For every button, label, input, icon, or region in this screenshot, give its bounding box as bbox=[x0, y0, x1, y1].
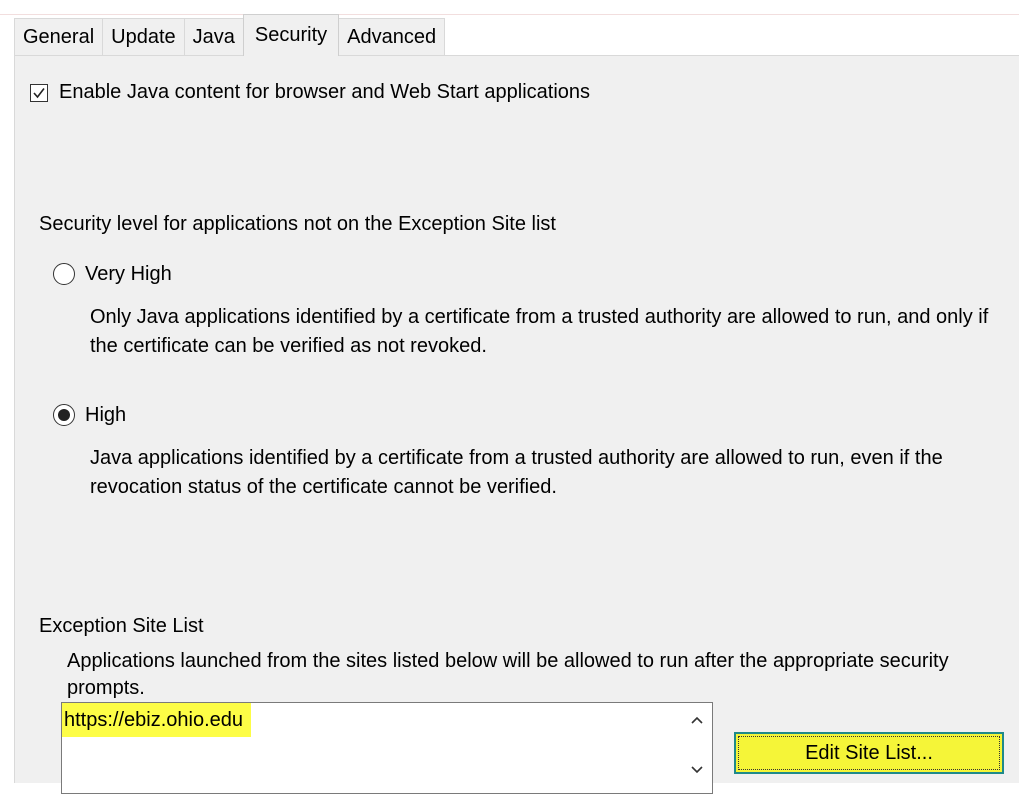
very-high-label[interactable]: Very High bbox=[85, 261, 172, 287]
exception-site-listbox[interactable]: https://ebiz.ohio.edu bbox=[61, 702, 713, 794]
site-list-scrollbar[interactable] bbox=[682, 703, 712, 793]
tab-bar: General Update Java Security Advanced bbox=[14, 14, 446, 56]
radio-selected-dot bbox=[58, 409, 70, 421]
window-top-strip bbox=[0, 0, 1019, 15]
tab-security[interactable]: Security bbox=[242, 14, 340, 56]
check-icon bbox=[33, 88, 45, 99]
high-description: Java applications identified by a certif… bbox=[90, 447, 943, 498]
scroll-down-button[interactable] bbox=[682, 755, 712, 785]
high-radio[interactable] bbox=[53, 404, 75, 426]
exception-site-list-heading: Exception Site List bbox=[39, 615, 204, 637]
very-high-radio[interactable] bbox=[53, 263, 75, 285]
tab-java[interactable]: Java bbox=[183, 18, 244, 56]
security-panel: Enable Java content for browser and Web … bbox=[14, 55, 1019, 794]
very-high-description: Only Java applications identified by a c… bbox=[90, 306, 989, 357]
exception-site-list-description: Applications launched from the sites lis… bbox=[67, 650, 949, 699]
scroll-up-button[interactable] bbox=[682, 705, 712, 735]
security-level-heading: Security level for applications not on t… bbox=[39, 213, 556, 235]
tab-update[interactable]: Update bbox=[102, 18, 185, 56]
enable-java-checkbox[interactable] bbox=[30, 84, 48, 102]
chevron-down-icon bbox=[691, 766, 703, 774]
tab-general[interactable]: General bbox=[14, 18, 104, 56]
site-list-item[interactable]: https://ebiz.ohio.edu bbox=[62, 703, 252, 737]
edit-site-list-button[interactable]: Edit Site List... bbox=[734, 732, 1004, 774]
tab-advanced[interactable]: Advanced bbox=[338, 18, 446, 56]
high-label[interactable]: High bbox=[85, 402, 126, 428]
chevron-up-icon bbox=[691, 716, 703, 724]
enable-java-label[interactable]: Enable Java content for browser and Web … bbox=[59, 79, 590, 105]
